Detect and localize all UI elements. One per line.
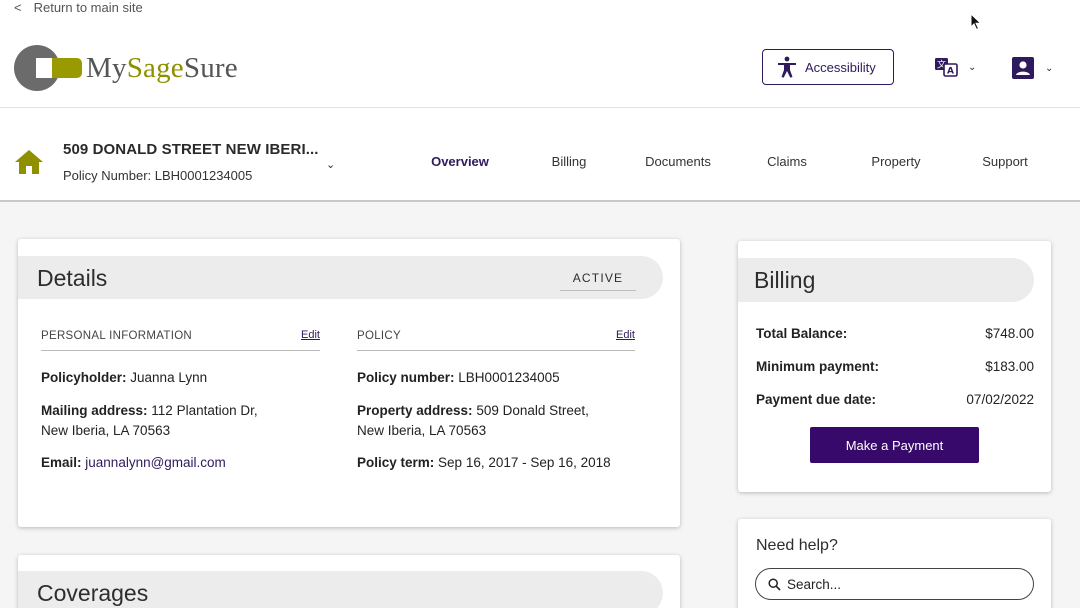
policy-edit-link[interactable]: Edit bbox=[616, 329, 635, 341]
tab-support[interactable]: Support bbox=[953, 154, 1057, 169]
details-card: Details ACTIVE PERSONAL INFORMATION Edit… bbox=[18, 239, 680, 527]
minimum-payment-value: $183.00 bbox=[985, 359, 1034, 374]
mailing-address-label: Mailing address: bbox=[41, 403, 148, 418]
personal-info-heading: PERSONAL INFORMATION bbox=[41, 330, 193, 342]
coverages-title: Coverages bbox=[37, 580, 149, 606]
chevron-down-icon: ⌄ bbox=[968, 61, 977, 73]
accessibility-icon bbox=[778, 56, 796, 78]
policy-term-value: Sep 16, 2017 - Sep 16, 2018 bbox=[438, 455, 611, 470]
tab-claims[interactable]: Claims bbox=[735, 154, 839, 169]
home-icon bbox=[15, 150, 43, 174]
logo-wordmark: MySageSure bbox=[86, 51, 238, 85]
total-balance-row: Total Balance: $748.00 bbox=[756, 326, 1034, 341]
personal-info-edit-link[interactable]: Edit bbox=[301, 329, 320, 341]
policyholder-value: Juanna Lynn bbox=[130, 370, 208, 385]
policy-heading: POLICY bbox=[357, 330, 401, 342]
mailing-address-line1: 112 Plantation Dr, bbox=[151, 403, 258, 418]
total-balance-label: Total Balance: bbox=[756, 326, 848, 341]
chevron-down-icon: ⌄ bbox=[1045, 62, 1054, 74]
logo-text-sage: Sage bbox=[126, 52, 184, 84]
chevron-left-icon: < bbox=[14, 0, 22, 15]
property-address-field: Property address: 509 Donald Street, New … bbox=[357, 401, 589, 440]
policyholder-field: Policyholder: Juanna Lynn bbox=[41, 368, 207, 388]
billing-title: Billing bbox=[754, 267, 816, 293]
need-help-title: Need help? bbox=[756, 537, 838, 554]
email-label: Email: bbox=[41, 455, 82, 470]
tab-billing[interactable]: Billing bbox=[517, 154, 621, 169]
mailing-address-line2: New Iberia, LA 70563 bbox=[41, 422, 171, 438]
logo-text-sure: Sure bbox=[183, 52, 238, 84]
help-search-input[interactable]: Search... bbox=[755, 568, 1034, 600]
details-card-header: Details ACTIVE bbox=[18, 256, 663, 299]
divider bbox=[41, 350, 320, 351]
details-title: Details bbox=[37, 265, 108, 291]
policy-number-line: Policy Number: LBH0001234005 bbox=[63, 168, 253, 183]
logo-cutout bbox=[36, 58, 52, 78]
logo-text-my: My bbox=[86, 52, 127, 84]
billing-card-header: Billing bbox=[738, 258, 1034, 302]
mouse-cursor-icon bbox=[970, 13, 982, 31]
property-address-label: Property address: bbox=[357, 403, 473, 418]
payment-due-date-label: Payment due date: bbox=[756, 392, 877, 407]
search-icon bbox=[768, 577, 781, 591]
coverages-card-header: Coverages bbox=[18, 571, 663, 608]
search-placeholder: Search... bbox=[787, 576, 842, 592]
account-menu[interactable]: ⌄ bbox=[1011, 56, 1053, 80]
policy-number-field: Policy number: LBH0001234005 bbox=[357, 368, 560, 388]
email-field: Email: juannalynn@gmail.com bbox=[41, 453, 226, 473]
payment-due-date-value: 07/02/2022 bbox=[966, 392, 1034, 407]
policy-number-value: LBH0001234005 bbox=[458, 370, 560, 385]
total-balance-value: $748.00 bbox=[985, 326, 1034, 341]
property-address-line1: 509 Donald Street, bbox=[476, 403, 589, 418]
tab-documents[interactable]: Documents bbox=[626, 154, 730, 169]
make-a-payment-button[interactable]: Make a Payment bbox=[810, 427, 979, 463]
language-selector[interactable]: 文 A ⌄ bbox=[934, 56, 976, 78]
minimum-payment-label: Minimum payment: bbox=[756, 359, 880, 374]
mailing-address-field: Mailing address: 112 Plantation Dr, New I… bbox=[41, 401, 258, 440]
translate-icon: 文 A bbox=[935, 58, 958, 77]
divider bbox=[357, 350, 635, 351]
status-badge: ACTIVE bbox=[560, 269, 636, 291]
accessibility-button[interactable]: Accessibility bbox=[762, 49, 894, 85]
tab-overview[interactable]: Overview bbox=[408, 154, 512, 169]
policy-term-field: Policy term: Sep 16, 2017 - Sep 16, 2018 bbox=[357, 453, 611, 473]
billing-card: Billing Total Balance: $748.00 Minimum pa… bbox=[738, 241, 1051, 492]
email-link[interactable]: juannalynn@gmail.com bbox=[85, 455, 226, 470]
policy-address-title: 509 DONALD STREET NEW IBERI... bbox=[63, 141, 319, 158]
return-to-main-site-link[interactable]: < Return to main site bbox=[14, 0, 143, 16]
account-box-icon bbox=[1012, 57, 1034, 79]
payment-due-date-row: Payment due date: 07/02/2022 bbox=[756, 392, 1034, 407]
chevron-down-icon[interactable]: ⌄ bbox=[326, 158, 335, 171]
svg-text:A: A bbox=[947, 67, 954, 77]
need-help-card: Need help? Search... bbox=[738, 519, 1051, 608]
coverages-card: Coverages bbox=[18, 555, 680, 608]
policy-term-label: Policy term: bbox=[357, 455, 435, 470]
return-link-label: Return to main site bbox=[33, 0, 143, 15]
policy-bar: 509 DONALD STREET NEW IBERI... Policy Nu… bbox=[0, 108, 1080, 202]
policy-number-label: Policy number: bbox=[357, 370, 455, 385]
property-address-line2: New Iberia, LA 70563 bbox=[357, 422, 487, 438]
accessibility-label: Accessibility bbox=[805, 59, 876, 75]
mysagesure-logo[interactable]: MySageSure bbox=[14, 44, 264, 92]
minimum-payment-row: Minimum payment: $183.00 bbox=[756, 359, 1034, 374]
policyholder-label: Policyholder: bbox=[41, 370, 127, 385]
tab-property[interactable]: Property bbox=[844, 154, 948, 169]
